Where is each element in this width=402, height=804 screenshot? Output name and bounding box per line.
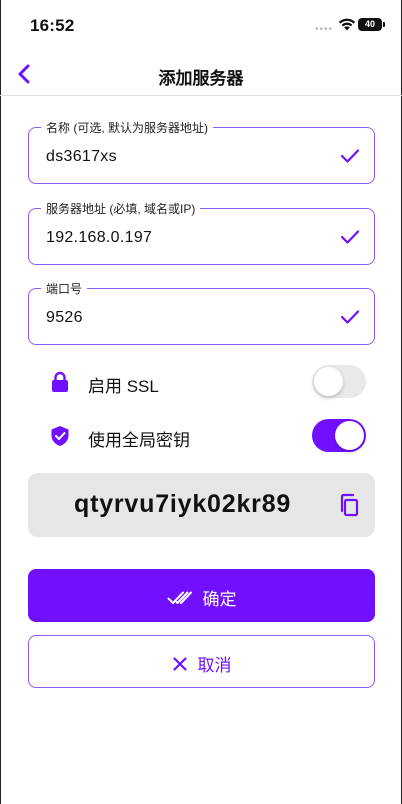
ssl-row: 启用 SSL [50,363,366,399]
signal-dots: •••• [315,24,334,35]
key-display: qtyrvu7iyk02kr89 [28,473,375,537]
key-value: qtyrvu7iyk02kr89 [74,490,292,518]
copy-icon[interactable] [338,493,360,517]
port-field[interactable]: 端口号 9526 [28,280,375,345]
global-key-label: 使用全局密钥 [88,431,190,450]
lock-icon [52,371,68,392]
global-key-row: 使用全局密钥 [50,417,366,453]
left-border [0,0,1,804]
server-address-field-value[interactable]: 192.168.0.197 [46,229,152,247]
confirm-label: 确定 [202,590,237,609]
toggle-knob [335,421,364,450]
cancel-button[interactable]: 取消 [28,635,375,688]
name-field[interactable]: 名称 (可选, 默认为服务器地址) ds3617xs [28,119,375,184]
ssl-label: 启用 SSL [88,377,159,396]
cancel-label: 取消 [197,656,232,675]
wifi-icon [338,18,356,31]
check-icon [340,310,360,324]
name-field-label: 名称 (可选, 默认为服务器地址) [41,119,213,136]
server-address-field[interactable]: 服务器地址 (必填, 域名或IP) 192.168.0.197 [28,200,375,265]
server-address-field-label: 服务器地址 (必填, 域名或IP) [41,200,201,217]
check-icon [340,149,360,163]
port-field-label: 端口号 [41,280,88,297]
double-check-icon [167,591,192,604]
close-icon [172,656,187,671]
status-time: 16:52 [30,16,75,35]
page-title: 添加服务器 [158,69,244,88]
ssl-toggle[interactable] [312,365,366,398]
toggle-knob [314,367,343,396]
nav-bar: 添加服务器 [0,52,402,96]
status-bar: 16:52 •••• 40 [0,0,402,52]
global-key-toggle[interactable] [312,419,366,452]
port-field-value[interactable]: 9526 [46,309,83,327]
confirm-button[interactable]: 确定 [28,569,375,622]
battery-icon: 40 [358,18,385,31]
check-icon [340,230,360,244]
shield-check-icon [51,426,69,446]
name-field-value[interactable]: ds3617xs [46,148,117,166]
